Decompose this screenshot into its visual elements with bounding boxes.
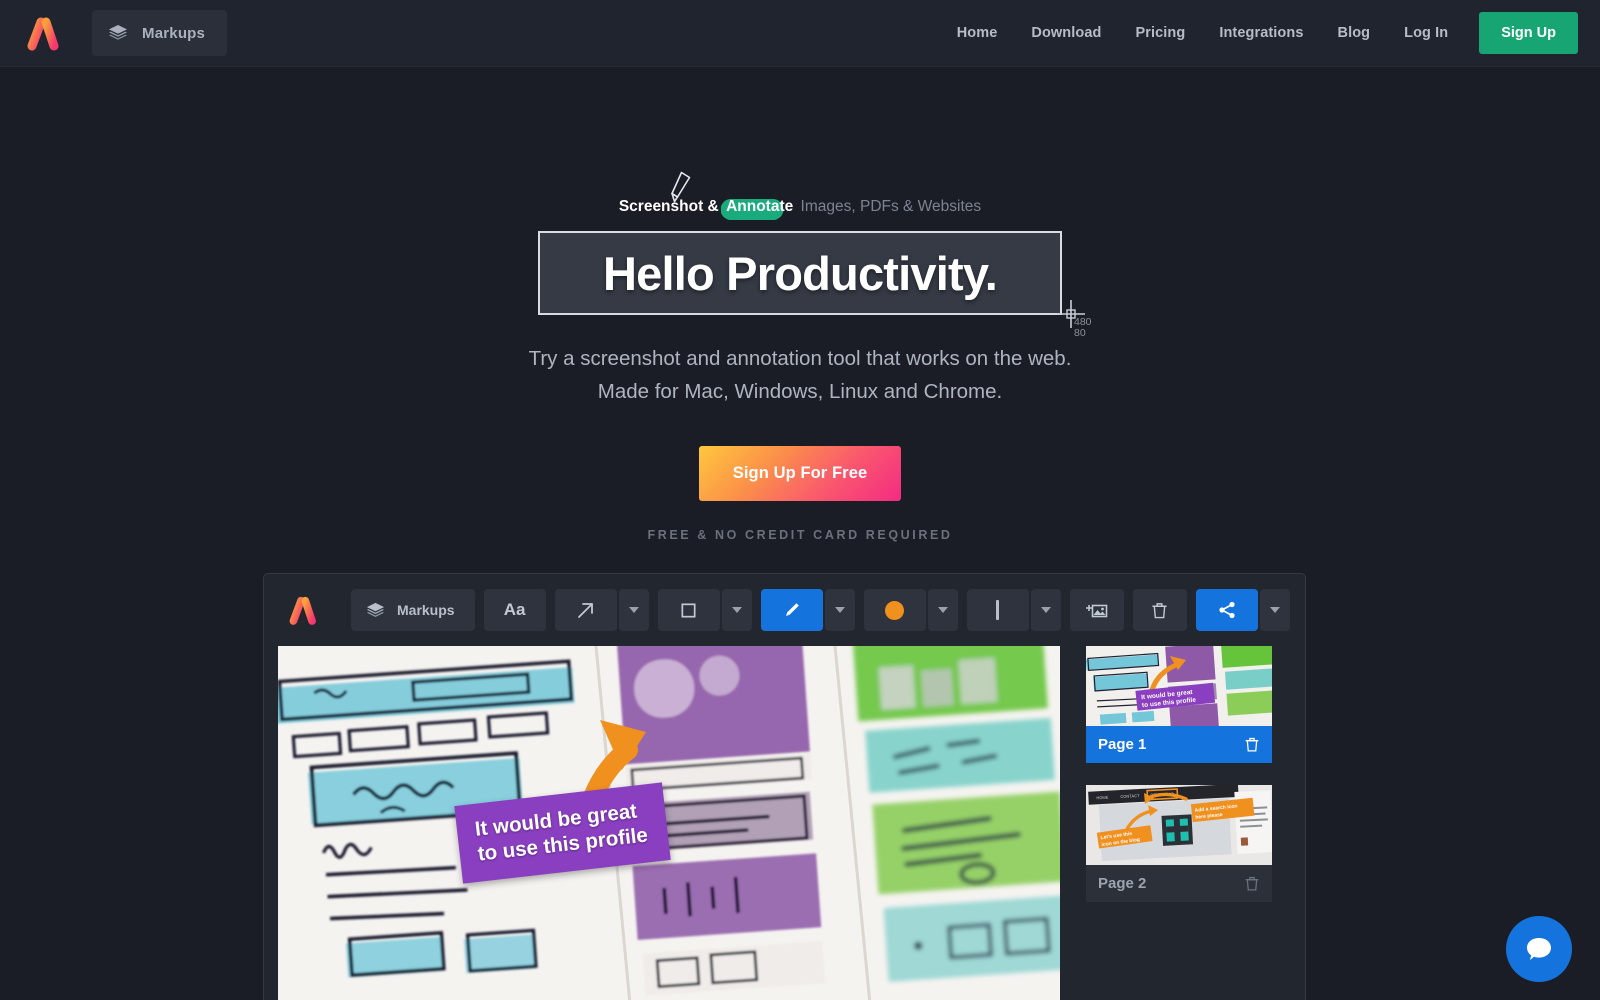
nav-link-home[interactable]: Home (940, 25, 1015, 41)
nav-link-integrations[interactable]: Integrations (1202, 25, 1320, 41)
rectangle-tool-group (657, 589, 752, 631)
page-2-preview: HOME CONTACT DOWNLOAD Let's use this ico… (1086, 785, 1272, 865)
header-markups-button[interactable]: Markups (92, 10, 228, 56)
page-1-thumbnail-image: It would be great to use this profile (1086, 646, 1272, 726)
highlighter-pen-icon (671, 171, 691, 203)
pen-tool-dropdown[interactable] (824, 589, 855, 631)
trash-icon (1152, 602, 1167, 618)
pen-tool-button[interactable] (760, 589, 823, 631)
chat-widget-button[interactable] (1506, 916, 1572, 982)
share-dropdown[interactable] (1259, 589, 1290, 631)
delete-button[interactable] (1132, 589, 1187, 631)
share-button[interactable] (1195, 589, 1258, 631)
hero-section: Screenshot & Annotate Images, PDFs & Web… (0, 67, 1600, 542)
page-1-label-bar[interactable]: Page 1 (1086, 726, 1272, 763)
selection-height: 80 (1074, 327, 1086, 339)
arrow-tool-dropdown[interactable] (618, 589, 649, 631)
page-1-label: Page 1 (1098, 736, 1147, 753)
color-tool-dropdown[interactable] (927, 589, 958, 631)
toolbar-markups-label: Markups (397, 602, 455, 618)
rectangle-tool-button[interactable] (657, 589, 720, 631)
text-tool-button[interactable]: Aa (483, 589, 546, 631)
app-logo-icon[interactable] (282, 593, 332, 627)
layers-icon (109, 25, 127, 40)
chevron-down-icon (1269, 607, 1280, 613)
share-tool-group (1195, 589, 1290, 631)
signup-button[interactable]: Sign Up (1479, 12, 1578, 54)
chevron-down-icon (731, 607, 742, 613)
nav-links-group: Home Download Pricing Integrations Blog … (940, 0, 1600, 66)
page-2-label-bar[interactable]: Page 2 (1086, 865, 1272, 902)
arrow-icon (577, 603, 593, 618)
free-no-credit-card-note: FREE & NO CREDIT CARD REQUIRED (647, 528, 953, 542)
page-title: Hello Productivity. (603, 246, 998, 300)
top-navigation-bar: Markups Home Download Pricing Integratio… (0, 0, 1600, 67)
hero-cta-wrap: Sign Up For Free (0, 446, 1600, 501)
markups-logo[interactable] (20, 13, 76, 53)
add-image-button[interactable] (1069, 589, 1124, 631)
color-swatch-button[interactable] (863, 589, 926, 631)
signup-for-free-button[interactable]: Sign Up For Free (698, 446, 902, 501)
chevron-down-icon (628, 607, 639, 613)
line-width-button[interactable] (966, 589, 1029, 631)
add-image-icon (1085, 604, 1107, 618)
page-thumbnail-2[interactable]: HOME CONTACT DOWNLOAD Let's use this ico… (1086, 785, 1272, 902)
hero-subheadline: Try a screenshot and annotation tool tha… (528, 347, 1072, 403)
layers-icon (366, 602, 385, 617)
sketch-artwork (278, 646, 1060, 1000)
arrow-tool-button[interactable] (554, 589, 617, 631)
toolbar-markups-button[interactable]: Markups (351, 589, 475, 631)
chat-bubble-icon (1527, 938, 1551, 960)
nav-link-download[interactable]: Download (1014, 25, 1118, 41)
page-thumbnail-1[interactable]: It would be great to use this profile Pa… (1086, 646, 1272, 763)
line-width-group (966, 589, 1061, 631)
page-2-delete-icon[interactable] (1244, 875, 1260, 892)
page-1-preview: It would be great to use this profile (1086, 646, 1272, 726)
app-toolbar: Markups Aa (264, 574, 1305, 646)
chevron-down-icon (1040, 607, 1051, 613)
pen-icon (785, 603, 799, 616)
page-2-label: Page 2 (1098, 875, 1147, 892)
svg-text:HOME: HOME (1096, 795, 1109, 801)
page-2-thumbnail-image: HOME CONTACT DOWNLOAD Let's use this ico… (1086, 785, 1272, 865)
line-width-icon (996, 600, 1000, 620)
header-markups-label: Markups (142, 24, 206, 42)
markups-logo-icon (27, 17, 70, 51)
app-preview-panel: Markups Aa It would be great to use this… (263, 573, 1306, 1000)
nav-link-pricing[interactable]: Pricing (1118, 25, 1202, 41)
square-icon (681, 602, 696, 618)
pages-thumbnail-panel: It would be great to use this profile Pa… (1060, 646, 1272, 1000)
svg-text:CONTACT: CONTACT (1120, 793, 1140, 799)
pen-tool-group (760, 589, 855, 631)
hero-eyebrow-wrap: Screenshot & Annotate Images, PDFs & Web… (0, 171, 1600, 222)
rectangle-tool-dropdown[interactable] (721, 589, 752, 631)
page-1-delete-icon[interactable] (1244, 736, 1260, 753)
chevron-down-icon (937, 607, 948, 613)
eyebrow-dim-text: Images, PDFs & Websites (796, 198, 982, 215)
nav-link-blog[interactable]: Blog (1321, 25, 1388, 41)
line-width-dropdown[interactable] (1030, 589, 1061, 631)
nav-link-login[interactable]: Log In (1387, 25, 1465, 41)
chevron-down-icon (834, 607, 845, 613)
share-icon (1218, 601, 1235, 619)
color-swatch-icon (885, 600, 905, 620)
eyebrow-highlight-label: Annotate (726, 198, 794, 215)
selection-dimensions: 480 80 (1074, 317, 1114, 339)
eyebrow-highlighted-text: Annotate (721, 198, 796, 220)
nav-left-group: Markups (0, 10, 228, 56)
color-tool-group (863, 589, 958, 631)
headline-selection-box: Hello Productivity. 480 80 (538, 231, 1092, 339)
canvas-artboard[interactable]: It would be great to use this profile (278, 646, 1060, 1000)
arrow-tool-group (554, 589, 649, 631)
app-body: It would be great to use this profile It… (264, 646, 1305, 1000)
